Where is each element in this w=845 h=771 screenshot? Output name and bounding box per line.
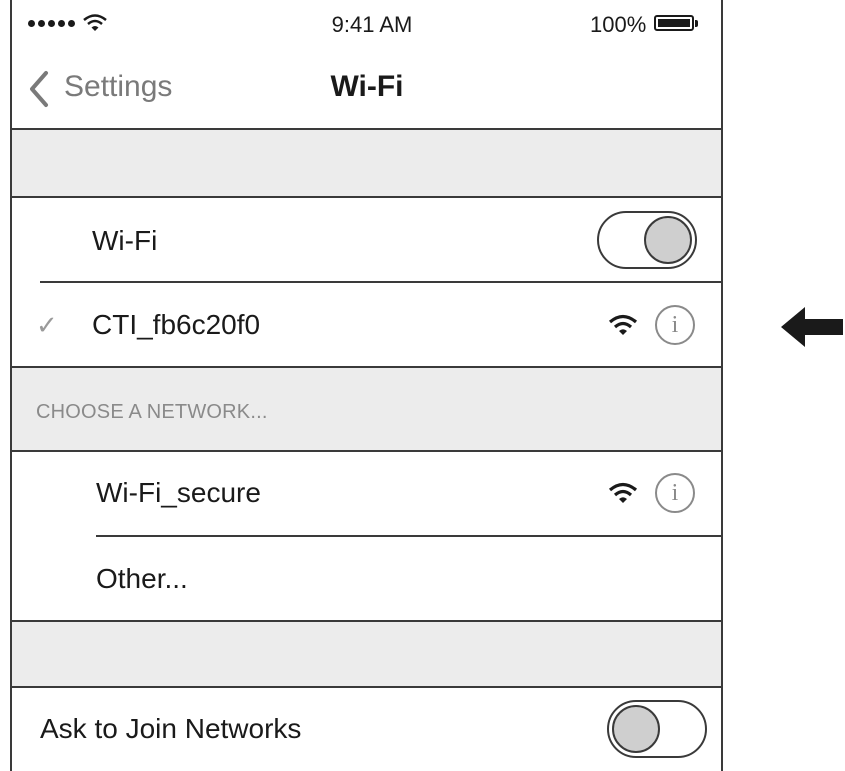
page-title: Wi-Fi xyxy=(330,70,404,103)
status-wifi-icon xyxy=(83,14,107,31)
row-divider xyxy=(96,535,721,537)
info-icon[interactable]: i xyxy=(655,305,695,345)
checkmark-icon: ✓ xyxy=(36,310,58,340)
battery-tip xyxy=(695,20,698,27)
cellular-signal-icon xyxy=(28,20,75,27)
section-spacer-bottom xyxy=(12,622,721,686)
ask-to-join-label: Ask to Join Networks xyxy=(40,713,302,744)
divider xyxy=(12,196,721,198)
toggle-knob xyxy=(644,216,692,264)
network-name[interactable]: Wi-Fi_secure xyxy=(96,477,261,509)
divider xyxy=(12,450,721,452)
wifi-toggle-label: Wi-Fi xyxy=(92,225,158,256)
ask-to-join-toggle-switch[interactable] xyxy=(607,700,707,758)
battery-icon xyxy=(654,15,694,31)
back-button-settings[interactable]: Settings xyxy=(64,70,172,104)
battery-percent: 100% xyxy=(590,12,647,37)
info-icon[interactable]: i xyxy=(655,473,695,513)
status-time: 9:41 AM xyxy=(331,12,413,37)
section-spacer-top xyxy=(12,130,721,196)
wifi-toggle-switch[interactable] xyxy=(597,211,697,269)
wifi-signal-icon xyxy=(608,482,638,503)
row-divider xyxy=(40,281,721,283)
connected-network-name[interactable]: CTI_fb6c20f0 xyxy=(92,309,260,341)
other-network[interactable]: Other... xyxy=(96,563,188,595)
wifi-signal-icon xyxy=(608,314,638,335)
divider xyxy=(12,686,721,688)
toggle-knob xyxy=(612,705,660,753)
section-header: CHOOSE A NETWORK... xyxy=(36,401,268,423)
settings-screen: 9:41 AM 100% Settings Wi-Fi Wi-Fi ✓ CTI_… xyxy=(10,0,723,771)
back-chevron-icon[interactable] xyxy=(28,69,50,109)
pointer-arrow-icon xyxy=(781,307,843,347)
